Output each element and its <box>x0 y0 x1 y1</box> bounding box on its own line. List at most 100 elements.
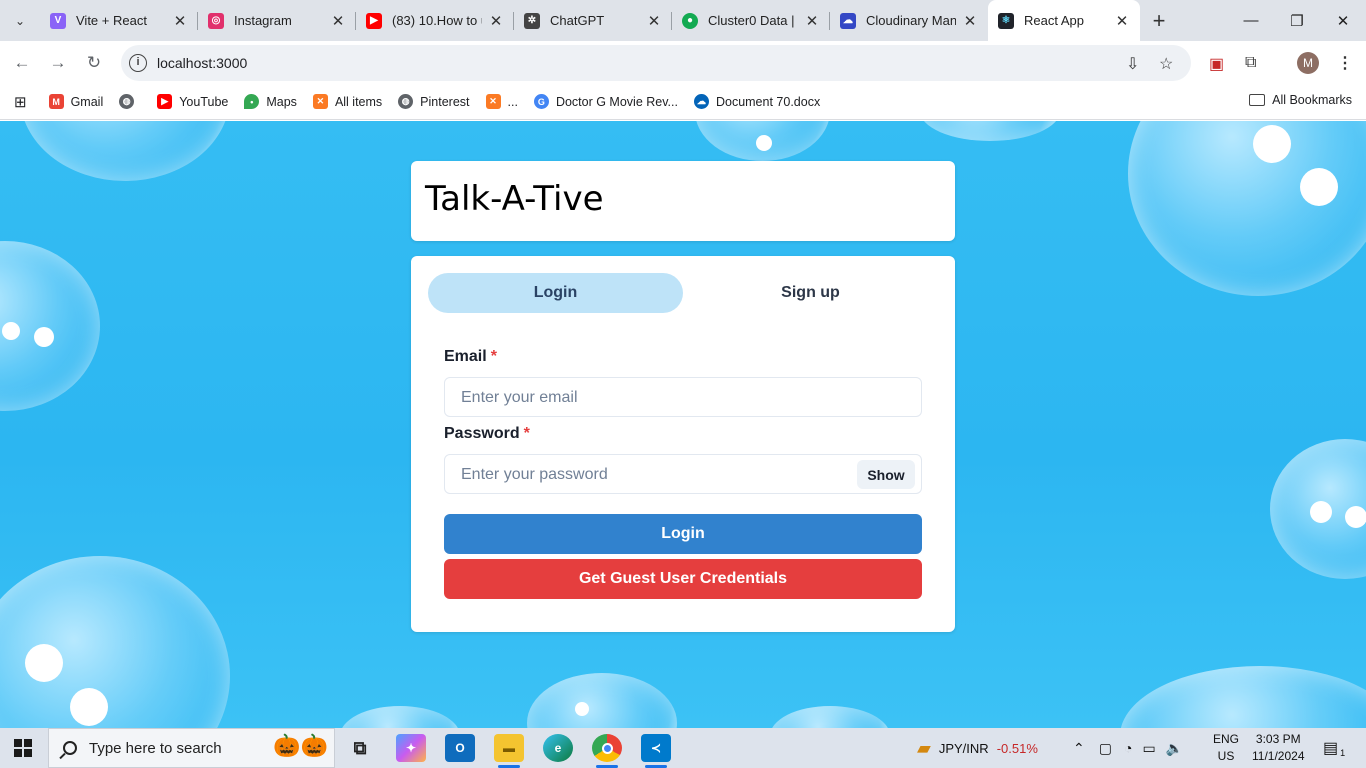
tab-title: Instagram <box>234 13 292 28</box>
arrow-right-icon: → <box>49 53 67 72</box>
back-button[interactable]: ← <box>9 50 35 76</box>
chevron-up-icon[interactable]: ⌃ <box>1073 740 1085 757</box>
notification-center[interactable]: ▤ 1 <box>1323 728 1345 768</box>
address-bar[interactable]: i localhost:3000 ⇩ ☆ <box>121 45 1191 81</box>
meet-now-icon[interactable]: ▢ <box>1099 740 1112 757</box>
copilot-icon[interactable]: ✦ <box>396 734 426 762</box>
tab-title: (83) 10.How to u <box>392 13 482 28</box>
browser-toolbar: ← → ↻ i localhost:3000 ⇩ ☆ ▣ ⧉ ⋮ <box>0 41 1366 84</box>
tab-signup[interactable]: Sign up <box>683 273 938 313</box>
email-placeholder: Enter your email <box>461 389 578 406</box>
bubble-decoration <box>1120 666 1366 728</box>
close-icon[interactable]: ✕ <box>646 12 662 30</box>
bookmark-item[interactable]: ◍ <box>119 94 141 109</box>
browser-tab[interactable]: ☁ Cloudinary Mana ✕ <box>830 0 988 41</box>
bookmark-label: Pinterest <box>420 94 470 109</box>
guest-credentials-button[interactable]: Get Guest User Credentials <box>444 559 922 599</box>
vscode-icon[interactable]: ≺ <box>641 734 671 768</box>
email-field[interactable]: Enter your email <box>444 377 922 417</box>
puzzle-icon[interactable]: ⧉ <box>1245 54 1256 72</box>
email-label-text: Email <box>444 348 487 365</box>
extension-icon[interactable]: ▣ <box>1209 54 1224 74</box>
new-tab-button[interactable]: + <box>1140 0 1178 41</box>
password-field[interactable]: Enter your password Show <box>444 454 922 494</box>
browser-tab[interactable]: ◎ Instagram ✕ <box>198 0 356 41</box>
browser-tab[interactable]: ✲ ChatGPT ✕ <box>514 0 672 41</box>
bookmark-star-icon[interactable]: ☆ <box>1159 54 1173 74</box>
browser-tab-strip: ⌄ V Vite + React ✕ ◎ Instagram ✕ ▶ (83) … <box>0 0 1366 41</box>
battery-icon[interactable]: ▭ <box>1142 740 1155 757</box>
tab-title: React App <box>1024 13 1084 28</box>
clock-date: 11/1/2024 <box>1252 749 1305 763</box>
apps-grid-icon: ⊞ <box>14 93 27 111</box>
youtube-icon: ▶ <box>157 94 173 109</box>
browser-tab[interactable]: ▶ (83) 10.How to u ✕ <box>356 0 514 41</box>
close-icon[interactable]: ✕ <box>804 12 820 30</box>
clock[interactable]: 3:03 PM 11/1/2024 <box>1252 731 1305 765</box>
bubble-dot <box>1253 125 1291 163</box>
bookmark-label: Maps <box>266 94 297 109</box>
tab-title: Cloudinary Mana <box>866 13 956 28</box>
password-placeholder: Enter your password <box>461 466 608 483</box>
volume-icon[interactable]: 🔈 <box>1166 740 1183 757</box>
bookmark-label: ... <box>507 94 518 109</box>
bookmark-item[interactable]: ▶ YouTube <box>157 94 228 109</box>
taskbar-search[interactable]: Type here to search 🎃🎃 <box>48 728 335 768</box>
bookmark-item[interactable]: M Gmail <box>48 94 103 109</box>
tab-search-menu[interactable]: ⌄ <box>0 0 40 41</box>
stock-change: -0.51% <box>996 740 1038 756</box>
bookmark-label: All items <box>334 94 383 109</box>
onedrive-icon: ☁ <box>693 94 709 109</box>
file-explorer-icon[interactable]: ▬ <box>494 734 524 768</box>
close-window-button[interactable]: ✕ <box>1320 0 1366 41</box>
browser-tab[interactable]: ● Cluster0 Data | C ✕ <box>672 0 830 41</box>
task-view-icon[interactable]: ⧉ <box>345 734 375 762</box>
stock-widget[interactable]: ▰ JPY/INR -0.51% <box>917 728 1038 768</box>
bubble-decoration <box>920 121 1060 141</box>
close-icon[interactable]: ✕ <box>330 12 346 30</box>
minimize-icon: — <box>1243 12 1259 29</box>
outlook-icon[interactable]: O <box>445 734 475 762</box>
close-icon[interactable]: ✕ <box>488 12 504 30</box>
close-icon[interactable]: ✕ <box>1114 12 1130 30</box>
minimize-button[interactable]: — <box>1228 0 1274 41</box>
tab-title: Cluster0 Data | C <box>708 13 798 28</box>
halloween-pumpkin-icon: 🎃🎃 <box>273 733 328 758</box>
reload-button[interactable]: ↻ <box>81 50 107 76</box>
more-menu-icon[interactable]: ⋮ <box>1337 53 1353 73</box>
mongodb-icon: ● <box>682 12 698 29</box>
xampp-icon: ✕ <box>312 94 328 109</box>
edge-icon[interactable]: e <box>543 734 573 762</box>
language-indicator[interactable]: ENG US <box>1213 731 1239 765</box>
tab-login[interactable]: Login <box>428 273 683 313</box>
install-app-icon[interactable]: ⇩ <box>1126 54 1139 74</box>
bubble-dot <box>575 702 589 716</box>
bookmark-item[interactable]: ◍ Pinterest <box>398 94 470 109</box>
chrome-icon[interactable] <box>592 734 622 768</box>
login-button[interactable]: Login <box>444 514 922 554</box>
apps-button[interactable]: ⊞ <box>14 93 27 111</box>
all-bookmarks-button[interactable]: All Bookmarks <box>1249 93 1352 107</box>
network-icon[interactable]: ◔ <box>1124 740 1132 756</box>
restore-button[interactable]: ❐ <box>1274 0 1320 41</box>
close-icon[interactable]: ✕ <box>172 12 188 30</box>
bookmark-item[interactable]: ✕ All items <box>312 94 383 109</box>
browser-tab-active[interactable]: ⚛ React App ✕ <box>988 0 1140 41</box>
bookmark-item[interactable]: ✕... <box>485 94 518 109</box>
windows-taskbar: Type here to search 🎃🎃 ⧉ ✦ O ▬ e ≺ ▰ JPY… <box>0 728 1366 768</box>
forward-button[interactable]: → <box>45 50 71 76</box>
bookmark-item[interactable]: • Maps <box>244 94 297 109</box>
bubble-dot <box>25 644 63 682</box>
folder-icon <box>1249 94 1266 106</box>
avatar[interactable]: M <box>1297 52 1319 74</box>
bookmark-item[interactable]: G Doctor G Movie Rev... <box>533 94 678 109</box>
close-icon[interactable]: ✕ <box>962 12 978 30</box>
maps-icon: • <box>244 94 260 109</box>
bubble-decoration <box>770 706 890 728</box>
bookmark-item[interactable]: ☁ Document 70.docx <box>693 94 820 109</box>
browser-tab[interactable]: V Vite + React ✕ <box>40 0 198 41</box>
show-password-button[interactable]: Show <box>857 460 915 489</box>
site-info-icon[interactable]: i <box>129 54 147 72</box>
windows-start-icon[interactable] <box>14 739 32 757</box>
bookmarks-bar: ⊞ M Gmail ◍ ▶ YouTube • Maps ✕ All items ◍ Pi… <box>0 84 1366 120</box>
